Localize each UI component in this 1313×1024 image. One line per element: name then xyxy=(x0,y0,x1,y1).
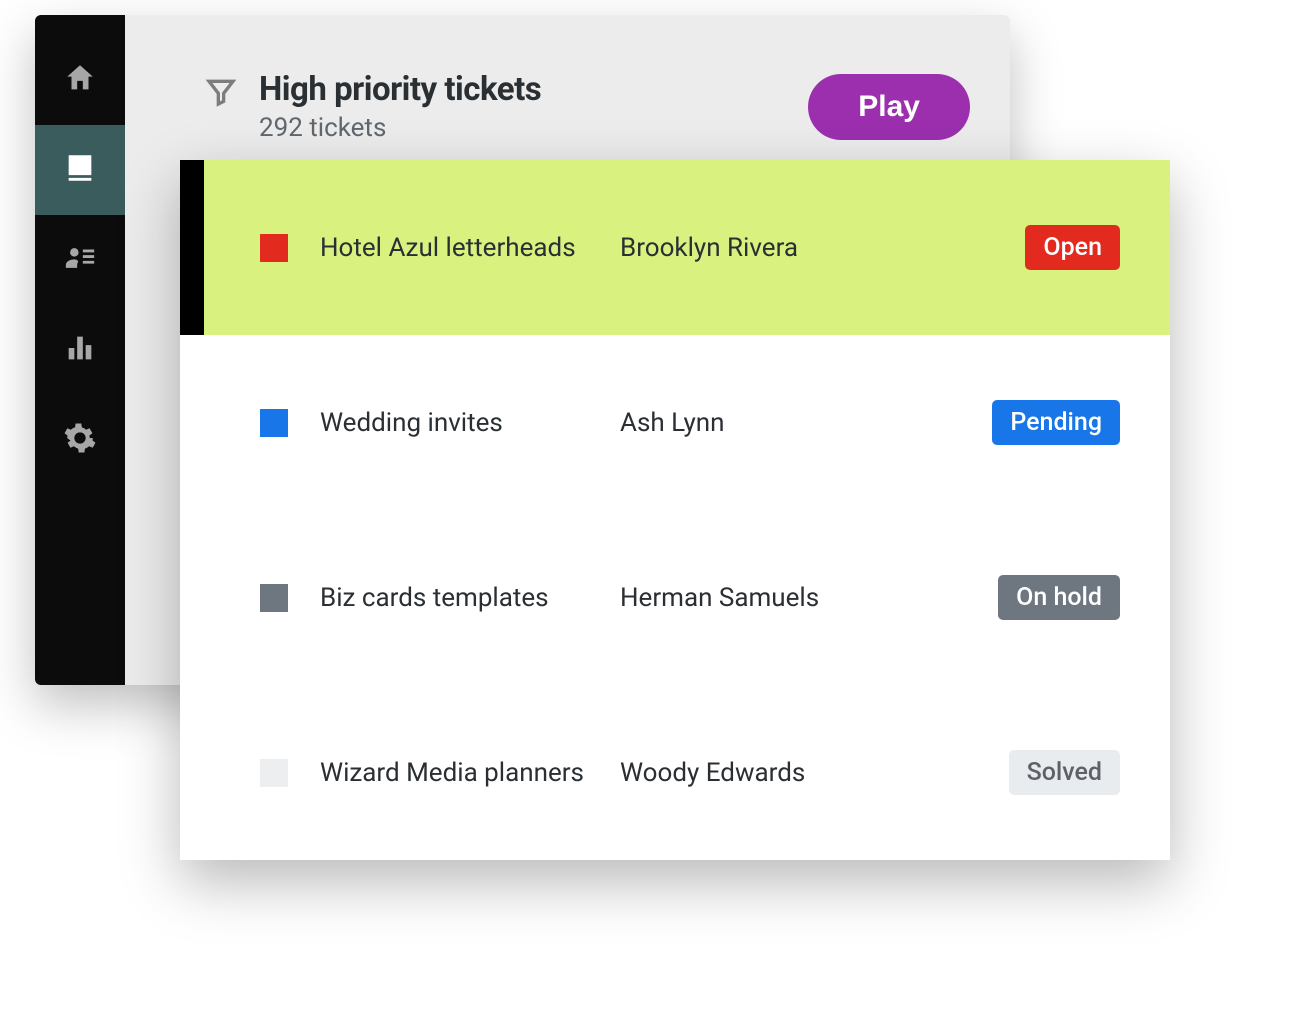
play-button[interactable]: Play xyxy=(808,74,970,140)
ticket-requester: Ash Lynn xyxy=(620,408,992,438)
customers-icon xyxy=(63,241,97,279)
sidebar-item-settings[interactable] xyxy=(35,395,125,485)
ticket-row[interactable]: Wedding invitesAsh LynnPending xyxy=(180,335,1170,510)
ticket-row[interactable]: Biz cards templatesHerman SamuelsOn hold xyxy=(180,510,1170,685)
sidebar-item-customers[interactable] xyxy=(35,215,125,305)
ticket-subject: Hotel Azul letterheads xyxy=(320,233,620,263)
sidebar-item-tickets[interactable] xyxy=(35,125,125,215)
bar-chart-icon xyxy=(63,331,97,369)
ticket-requester: Herman Samuels xyxy=(620,583,998,613)
status-badge: Solved xyxy=(1009,750,1120,795)
ticket-subject: Wizard Media planners xyxy=(320,758,620,788)
filter-icon[interactable] xyxy=(205,70,237,112)
ticket-list: Hotel Azul letterheadsBrooklyn RiveraOpe… xyxy=(180,160,1170,860)
ticket-subject: Wedding invites xyxy=(320,408,620,438)
ticket-requester: Woody Edwards xyxy=(620,758,1009,788)
tickets-icon xyxy=(63,151,97,189)
ticket-row[interactable]: Hotel Azul letterheadsBrooklyn RiveraOpe… xyxy=(180,160,1170,335)
ticket-count: 292 tickets xyxy=(259,113,541,143)
status-badge: On hold xyxy=(998,575,1120,620)
sidebar xyxy=(35,15,125,685)
view-header: High priority tickets 292 tickets Play xyxy=(205,70,970,143)
home-icon xyxy=(63,61,97,99)
priority-chip xyxy=(260,759,288,787)
ticket-requester: Brooklyn Rivera xyxy=(620,233,1025,263)
ticket-row[interactable]: Wizard Media plannersWoody EdwardsSolved xyxy=(180,685,1170,860)
gear-icon xyxy=(63,421,97,459)
status-badge: Pending xyxy=(992,400,1120,445)
priority-chip xyxy=(260,409,288,437)
sidebar-item-reports[interactable] xyxy=(35,305,125,395)
priority-chip xyxy=(260,234,288,262)
sidebar-item-home[interactable] xyxy=(35,35,125,125)
view-title: High priority tickets xyxy=(259,70,541,109)
status-badge: Open xyxy=(1025,225,1120,270)
ticket-subject: Biz cards templates xyxy=(320,583,620,613)
priority-chip xyxy=(260,584,288,612)
